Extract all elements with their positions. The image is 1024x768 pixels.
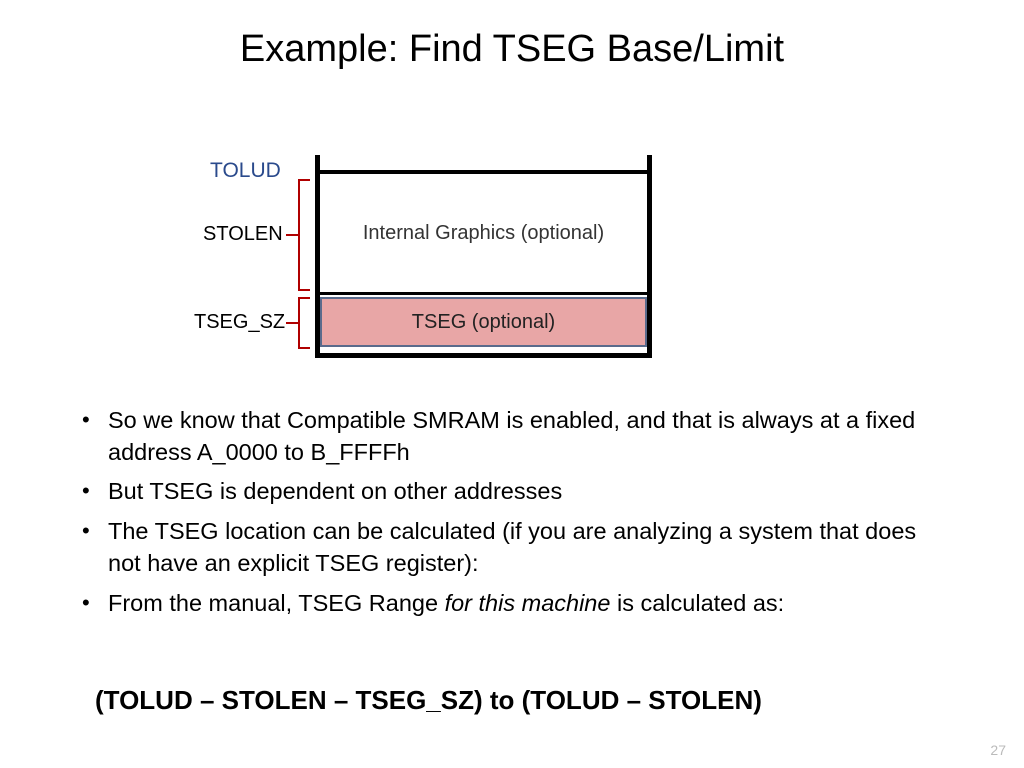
bullet-4a: From the manual, TSEG Range (108, 590, 445, 616)
label-tseg-sz: TSEG_SZ (194, 311, 285, 334)
diagram-line-bottom (315, 353, 652, 358)
diagram-right-bar (647, 155, 652, 358)
bullet-1: So we know that Compatible SMRAM is enab… (78, 405, 948, 468)
memory-diagram: Internal Graphics (optional) TSEG (optio… (185, 155, 655, 365)
bullet-4b: is calculated as: (610, 590, 784, 616)
page-number: 27 (990, 742, 1006, 758)
diagram-line-mid (315, 292, 652, 295)
bullet-3: The TSEG location can be calculated (if … (78, 516, 948, 579)
bullet-2: But TSEG is dependent on other addresses (78, 476, 948, 508)
bracket-tseg-sz (298, 297, 300, 349)
bullet-4: From the manual, TSEG Range for this mac… (78, 588, 948, 620)
formula-line: (TOLUD – STOLEN – TSEG_SZ) to (TOLUD – S… (95, 685, 762, 716)
diagram-row-internal-graphics: Internal Graphics (optional) (320, 174, 647, 292)
tick-tseg-sz (286, 322, 298, 324)
slide-title: Example: Find TSEG Base/Limit (0, 0, 1024, 71)
label-stolen: STOLEN (203, 223, 283, 246)
bullet-list: So we know that Compatible SMRAM is enab… (78, 405, 948, 627)
bracket-stolen (298, 179, 300, 291)
bullet-4-italic: for this machine (445, 590, 611, 616)
diagram-row-tseg: TSEG (optional) (320, 297, 647, 347)
tick-stolen (286, 234, 298, 236)
label-tolud: TOLUD (210, 159, 281, 183)
